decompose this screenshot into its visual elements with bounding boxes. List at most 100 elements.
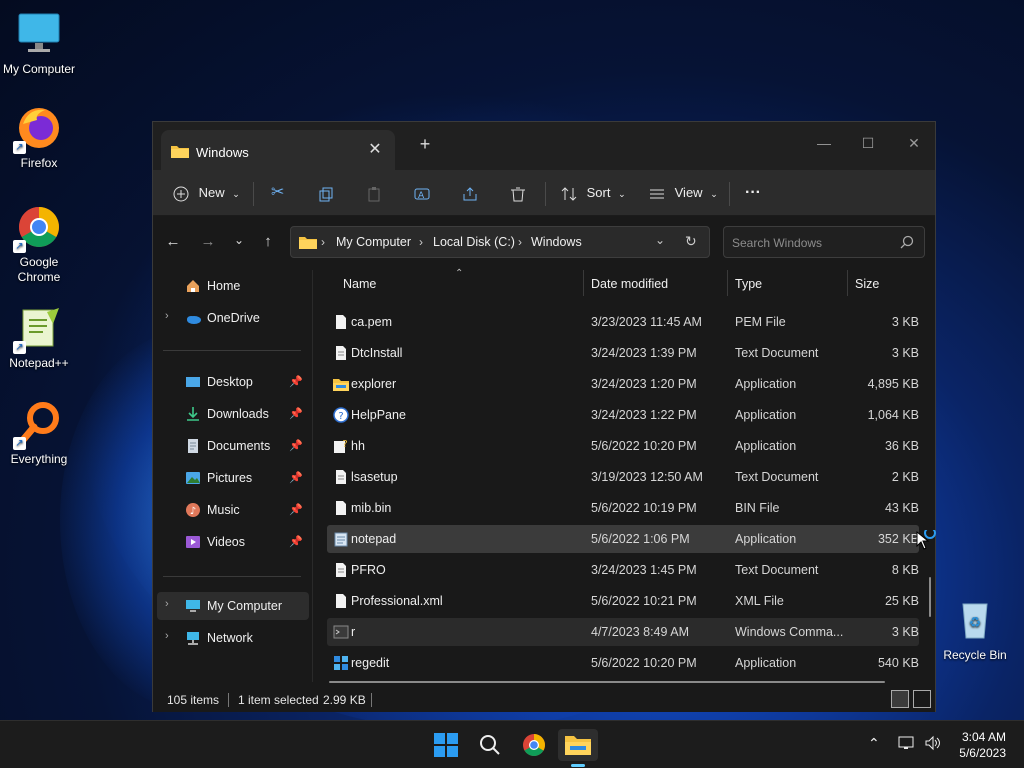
search-input[interactable] bbox=[732, 234, 892, 252]
desktop-icon-recycle-bin[interactable]: ♻ Recycle Bin bbox=[937, 596, 1013, 663]
paste-button[interactable] bbox=[366, 178, 382, 208]
volume-icon[interactable] bbox=[924, 735, 942, 754]
address-bar[interactable]: › My Computer › Local Disk (C:) › Window… bbox=[290, 226, 710, 258]
column-header-type[interactable]: Type bbox=[735, 277, 762, 291]
column-header-size[interactable]: Size bbox=[855, 277, 879, 291]
sidebar-item-music[interactable]: ♪ Music 📌 bbox=[157, 496, 309, 524]
vertical-scrollbar[interactable] bbox=[929, 577, 931, 617]
column-header-name[interactable]: Name bbox=[343, 277, 376, 291]
desktop-icon-chrome[interactable]: ↗ Google Chrome bbox=[1, 203, 77, 285]
file-explorer-taskbar-button[interactable] bbox=[558, 729, 598, 767]
plus-circle-icon bbox=[173, 186, 189, 202]
address-dropdown-icon[interactable]: ⌄ bbox=[655, 233, 665, 247]
sidebar-item-home[interactable]: Home bbox=[157, 272, 309, 300]
tab-windows[interactable]: Windows ✕ bbox=[161, 130, 395, 170]
show-hidden-icons-button[interactable]: ⌃ bbox=[868, 735, 880, 752]
copy-button[interactable] bbox=[318, 178, 334, 208]
up-button[interactable]: ↑ bbox=[256, 233, 280, 253]
breadcrumb-windows[interactable]: Windows bbox=[531, 235, 582, 249]
recent-locations-button[interactable]: ⌄ bbox=[227, 233, 251, 253]
list-item[interactable]: Professional.xml 5/6/2022 10:21 PM XML F… bbox=[327, 587, 919, 615]
cut-button[interactable]: ✂ bbox=[271, 178, 284, 208]
column-header-date[interactable]: Date modified bbox=[591, 277, 668, 291]
column-divider[interactable] bbox=[583, 270, 584, 296]
file-name: ca.pem bbox=[351, 315, 392, 329]
desktop-icon-my-computer[interactable]: My Computer bbox=[1, 10, 77, 77]
more-options-button[interactable]: ··· bbox=[745, 178, 761, 208]
file-date: 4/7/2023 8:49 AM bbox=[591, 625, 689, 639]
chevron-down-icon: ⌄ bbox=[710, 189, 718, 199]
back-button[interactable]: ← bbox=[161, 233, 185, 253]
minimize-button[interactable]: — bbox=[801, 128, 847, 158]
delete-button[interactable] bbox=[510, 178, 526, 208]
search-box[interactable] bbox=[723, 226, 925, 258]
list-item[interactable]: lsasetup 3/19/2023 12:50 AM Text Documen… bbox=[327, 463, 919, 491]
maximize-button[interactable]: ☐ bbox=[845, 128, 891, 158]
sidebar-item-pictures[interactable]: Pictures 📌 bbox=[157, 464, 309, 492]
horizontal-scrollbar[interactable] bbox=[329, 681, 885, 683]
list-item[interactable]: DtcInstall 3/24/2023 1:39 PM Text Docume… bbox=[327, 339, 919, 367]
column-divider[interactable] bbox=[847, 270, 848, 296]
system-clock[interactable]: 3:04 AM 5/6/2023 bbox=[959, 729, 1006, 761]
forward-button[interactable]: → bbox=[196, 233, 220, 253]
search-icon bbox=[900, 235, 914, 252]
sort-ascending-icon: ⌃ bbox=[455, 268, 464, 279]
column-divider[interactable] bbox=[727, 270, 728, 296]
recycle-bin-icon: ♻ bbox=[951, 596, 999, 644]
breadcrumb-local-disk[interactable]: Local Disk (C:) bbox=[433, 235, 515, 249]
desktop-icon-notepadpp[interactable]: ↗ Notepad++ bbox=[1, 304, 77, 371]
sidebar-item-label: Documents bbox=[207, 439, 271, 453]
rename-button[interactable]: A bbox=[414, 178, 430, 208]
sidebar-item-documents[interactable]: Documents 📌 bbox=[157, 432, 309, 460]
list-item[interactable]: regedit 5/6/2022 10:20 PM Application 54… bbox=[327, 649, 919, 677]
list-item[interactable]: r 4/7/2023 8:49 AM Windows Comma... 3 KB bbox=[327, 618, 919, 646]
regedit-icon bbox=[333, 655, 349, 671]
sidebar-item-my-computer[interactable]: › My Computer bbox=[157, 592, 309, 620]
desktop-icon-firefox[interactable]: ↗ Firefox bbox=[1, 104, 77, 171]
sidebar-item-onedrive[interactable]: › OneDrive bbox=[157, 304, 309, 332]
sidebar-item-downloads[interactable]: Downloads 📌 bbox=[157, 400, 309, 428]
search-button[interactable] bbox=[470, 729, 510, 761]
list-item[interactable]: ? hh 5/6/2022 10:20 PM Application 36 KB bbox=[327, 432, 919, 460]
sidebar-item-videos[interactable]: Videos 📌 bbox=[157, 528, 309, 556]
desktop-icon-label: Notepad++ bbox=[9, 356, 69, 370]
chrome-taskbar-button[interactable] bbox=[514, 729, 554, 761]
monitor-icon bbox=[185, 598, 201, 614]
chevron-right-icon[interactable]: › bbox=[165, 598, 169, 610]
list-item[interactable]: PFRO 3/24/2023 1:45 PM Text Document 8 K… bbox=[327, 556, 919, 584]
trash-icon bbox=[511, 187, 525, 202]
breadcrumb-my-computer[interactable]: My Computer bbox=[336, 235, 411, 249]
file-explorer-window[interactable]: Windows ✕ + — ☐ ✕ New ⌄ ✂ A Sort ⌄ View … bbox=[152, 121, 936, 712]
sort-button[interactable]: Sort ⌄ bbox=[561, 178, 626, 208]
close-tab-icon[interactable]: ✕ bbox=[365, 140, 385, 160]
new-tab-button[interactable]: + bbox=[415, 134, 435, 155]
list-item[interactable]: ? HelpPane 3/24/2023 1:22 PM Application… bbox=[327, 401, 919, 429]
pane-splitter[interactable] bbox=[312, 270, 313, 682]
close-window-button[interactable]: ✕ bbox=[891, 128, 937, 158]
sidebar-item-network[interactable]: › Network bbox=[157, 624, 309, 652]
list-item-selected[interactable]: notepad 5/6/2022 1:06 PM Application 352… bbox=[327, 525, 919, 553]
sidebar-divider bbox=[163, 576, 301, 577]
share-button[interactable] bbox=[462, 178, 478, 208]
firefox-icon: ↗ bbox=[13, 104, 63, 154]
monitor-icon bbox=[15, 10, 63, 58]
chevron-right-icon[interactable]: › bbox=[165, 630, 169, 642]
sidebar-item-desktop[interactable]: Desktop 📌 bbox=[157, 368, 309, 396]
desktop-icon-everything[interactable]: ↗ Everything bbox=[1, 400, 77, 467]
pin-icon: 📌 bbox=[289, 472, 303, 484]
refresh-icon[interactable]: ↻ bbox=[685, 233, 697, 250]
list-item[interactable]: mib.bin 5/6/2022 10:19 PM BIN File 43 KB bbox=[327, 494, 919, 522]
network-status-icon[interactable] bbox=[898, 735, 916, 754]
list-item[interactable]: ca.pem 3/23/2023 11:45 AM PEM File 3 KB bbox=[327, 308, 919, 336]
title-bar[interactable]: Windows ✕ + — ☐ ✕ bbox=[153, 122, 935, 170]
list-item[interactable]: explorer 3/24/2023 1:20 PM Application 4… bbox=[327, 370, 919, 398]
details-view-button[interactable] bbox=[891, 690, 909, 708]
view-button[interactable]: View ⌄ bbox=[649, 178, 718, 208]
file-type: Windows Comma... bbox=[735, 625, 844, 639]
start-button[interactable] bbox=[426, 729, 466, 761]
tiles-view-button[interactable] bbox=[913, 690, 931, 708]
new-button[interactable]: New ⌄ bbox=[173, 178, 240, 208]
file-size: 352 KB bbox=[877, 532, 919, 546]
chevron-right-icon[interactable]: › bbox=[165, 310, 169, 322]
chevron-right-icon: › bbox=[321, 235, 325, 249]
